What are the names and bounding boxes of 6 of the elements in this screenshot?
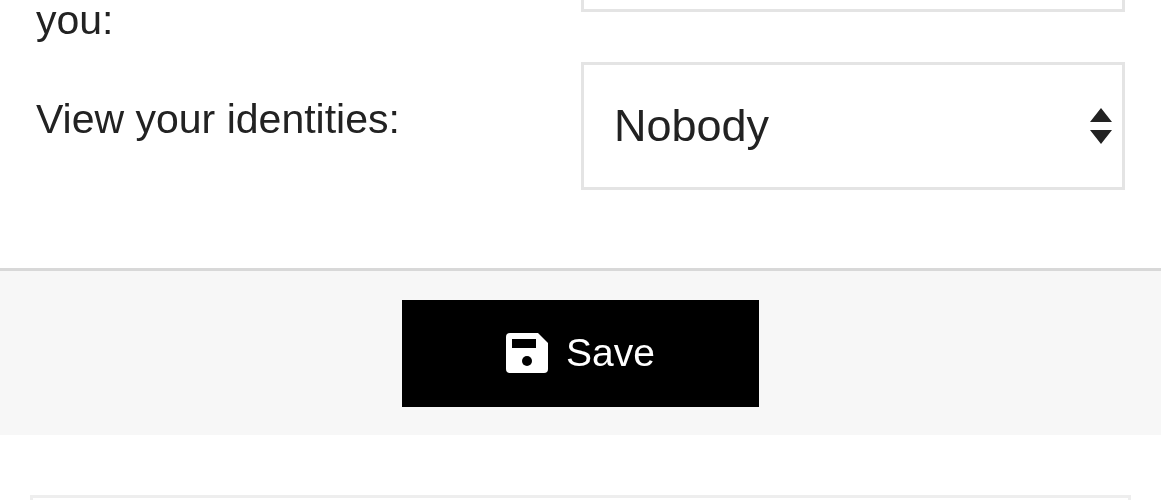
sort-icon	[1090, 108, 1112, 144]
save-button[interactable]: Save	[402, 299, 759, 407]
field-label: you:	[36, 0, 115, 41]
field-label: View your identities:	[36, 95, 401, 143]
select-field[interactable]: Nobody	[581, 62, 1125, 190]
select-field[interactable]	[581, 0, 1125, 12]
